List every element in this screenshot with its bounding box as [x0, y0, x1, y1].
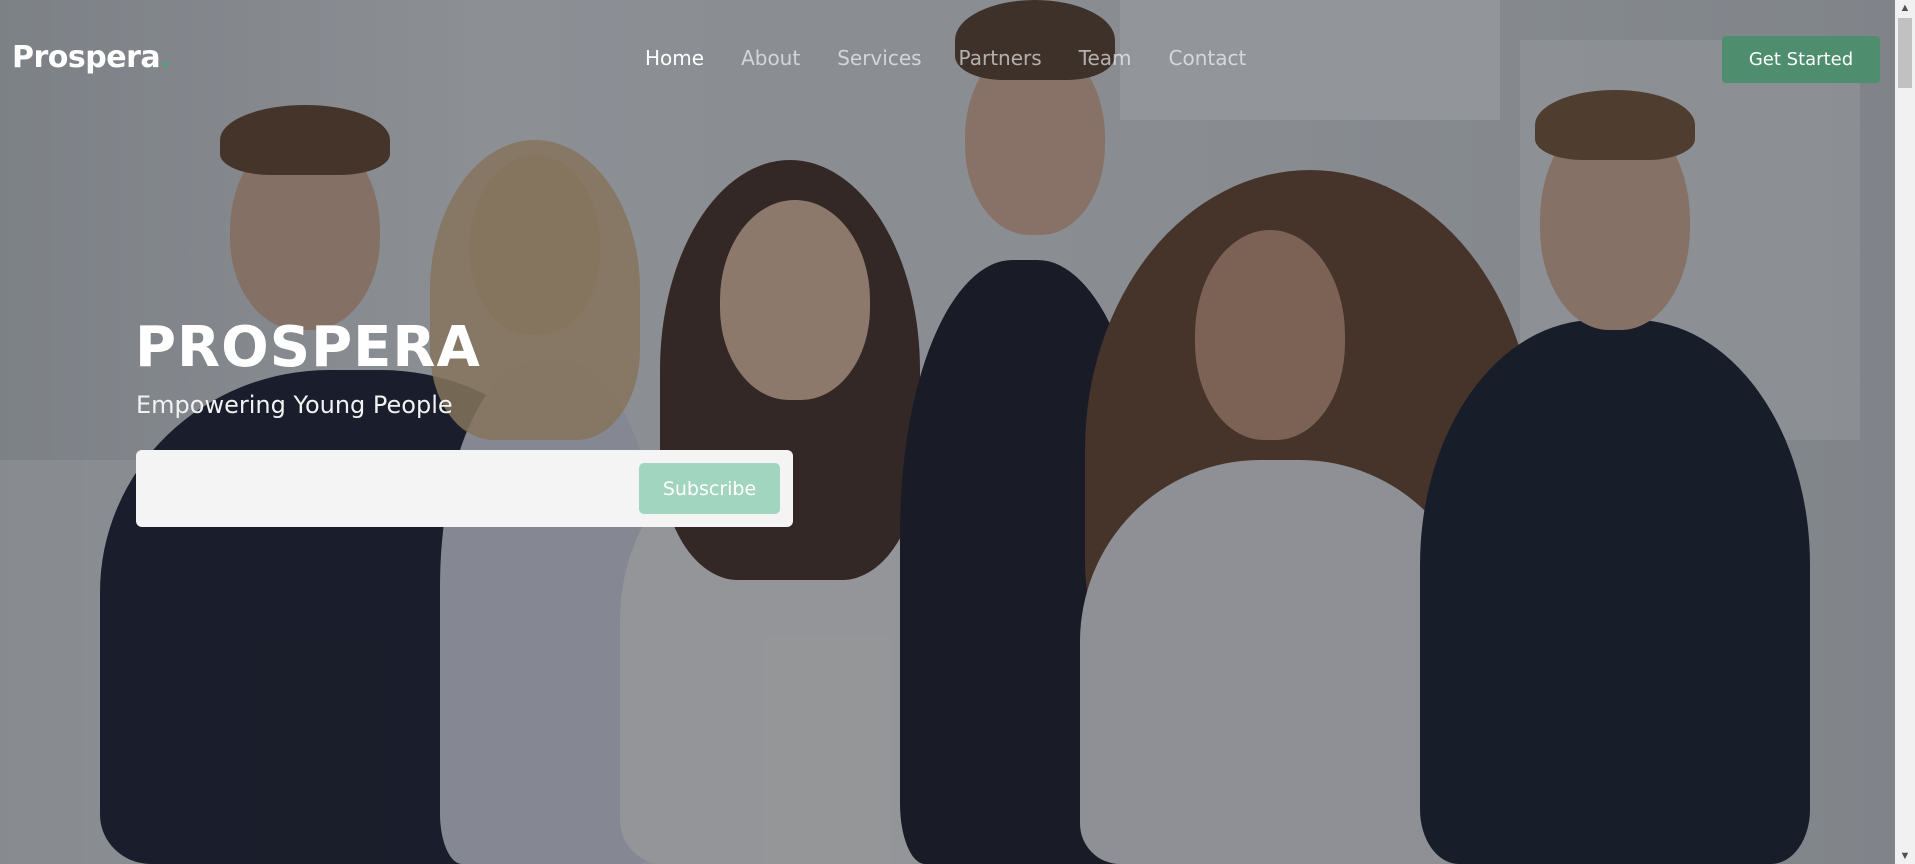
vertical-scrollbar[interactable]: ▲ ▼ [1895, 0, 1915, 864]
main-menu: Home About Services Partners Team Contac… [645, 46, 1246, 70]
nav-link-services[interactable]: Services [837, 46, 921, 70]
subscribe-form: Subscribe [136, 450, 793, 527]
hero-subtitle: Empowering Young People [136, 391, 453, 419]
brand-dot: . [160, 40, 172, 75]
brand-name: Prospera [12, 40, 161, 75]
scroll-down-icon[interactable]: ▼ [1895, 848, 1915, 864]
subscribe-button[interactable]: Subscribe [639, 463, 780, 514]
scroll-up-icon[interactable]: ▲ [1895, 0, 1915, 16]
nav-link-team[interactable]: Team [1079, 46, 1132, 70]
nav-link-contact[interactable]: Contact [1169, 46, 1247, 70]
top-navigation: Prospera. Home About Services Partners T… [0, 0, 1895, 118]
email-input[interactable] [150, 464, 634, 514]
nav-link-partners[interactable]: Partners [959, 46, 1042, 70]
background-overlay [0, 0, 1895, 864]
hero-section: Prospera. Home About Services Partners T… [0, 0, 1895, 864]
nav-link-about[interactable]: About [741, 46, 800, 70]
brand-logo[interactable]: Prospera. [12, 40, 172, 75]
get-started-button[interactable]: Get Started [1722, 36, 1880, 83]
nav-link-home[interactable]: Home [645, 46, 704, 70]
scroll-thumb[interactable] [1898, 18, 1912, 88]
hero-title: PROSPERA [135, 315, 481, 380]
